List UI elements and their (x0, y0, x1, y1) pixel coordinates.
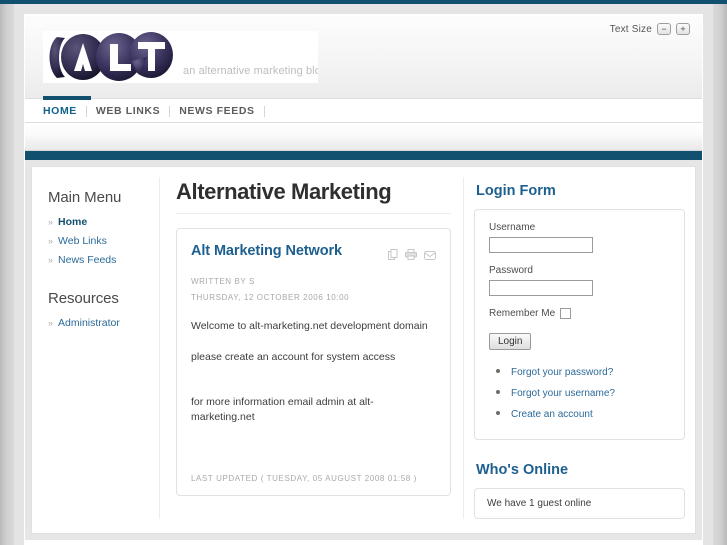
remember-me-label: Remember Me (489, 308, 556, 319)
left-sidebar: Main Menu » Home » Web Links » News Feed… (32, 177, 160, 519)
nav-item-news-feeds[interactable]: NEWS FEEDS (179, 105, 263, 117)
article-date: THURSDAY, 12 OCTOBER 2006 10:00 (191, 293, 350, 302)
right-sidebar: Login Form Username Password Remember Me… (463, 177, 695, 519)
site-logo[interactable]: an alternative marketing blog (43, 31, 318, 83)
main-menu-title: Main Menu (48, 189, 122, 206)
page-gutter-right (713, 4, 727, 545)
main-content: Alternative Marketing Alt Marketing Netw… (160, 177, 463, 519)
chevron-right-icon: » (48, 236, 54, 246)
article-last-updated: LAST UPDATED ( TUESDAY, 05 AUGUST 2008 0… (191, 473, 417, 483)
browser-viewport: Text Size − + an alternative marketing b… (0, 0, 727, 545)
chevron-right-icon: » (48, 217, 54, 227)
username-label: Username (489, 222, 536, 233)
main-menu-list: » Home » Web Links » News Feeds (48, 216, 159, 266)
nav-separator (263, 105, 265, 117)
text-size-control: Text Size − + (610, 23, 690, 35)
article-title[interactable]: Alt Marketing Network (191, 243, 342, 259)
remember-me-checkbox[interactable] (560, 308, 572, 319)
resources-title: Resources (48, 290, 119, 307)
password-input[interactable] (489, 280, 593, 296)
login-help-links: Forgot your password? Forgot your userna… (489, 362, 670, 422)
sidebar-item-administrator[interactable]: » Administrator (48, 317, 159, 329)
article-meta: WRITTEN BY S THURSDAY, 12 OCTOBER 2006 1… (191, 277, 436, 302)
sidebar-item-label[interactable]: Administrator (58, 317, 120, 329)
site-tagline: an alternative marketing blog (183, 65, 318, 77)
sidebar-item-label[interactable]: Home (58, 216, 87, 228)
nav-active-indicator (43, 96, 91, 100)
sidebar-item-label[interactable]: Web Links (58, 235, 107, 247)
sidebar-item-home[interactable]: » Home (48, 216, 159, 228)
site-shell: Text Size − + an alternative marketing b… (24, 14, 703, 545)
remember-me-row: Remember Me (489, 308, 670, 319)
nav-item-home[interactable]: HOME (43, 105, 86, 117)
forgot-username-link[interactable]: Forgot your username? (511, 388, 615, 399)
page-wrapper: Text Size − + an alternative marketing b… (14, 4, 713, 545)
page-gutter-left (0, 4, 14, 545)
article-paragraph: please create an account for system acce… (191, 351, 396, 364)
main-navigation: HOME WEB LINKS NEWS FEEDS (25, 96, 702, 123)
sidebar-item-label[interactable]: News Feeds (58, 254, 116, 266)
nav-separator (169, 105, 171, 117)
print-icon[interactable] (405, 247, 417, 265)
list-item[interactable]: Forgot your password? (511, 362, 670, 380)
article-paragraph: for more information email admin at alt-… (191, 396, 374, 423)
text-size-decrease-button[interactable]: − (657, 23, 671, 35)
article-body: Welcome to alt-marketing.net development… (191, 319, 436, 424)
header-gradient-band (25, 123, 702, 151)
text-size-increase-button[interactable]: + (676, 23, 690, 35)
resources-list: » Administrator (48, 317, 159, 329)
sidebar-item-web-links[interactable]: » Web Links (48, 235, 159, 247)
pdf-icon[interactable] (388, 247, 398, 265)
login-form: Username Password Remember Me Login • Fo… (474, 209, 685, 440)
whos-online-text: We have 1 guest online (487, 498, 592, 509)
sidebar-item-news-feeds[interactable]: » News Feeds (48, 254, 159, 266)
article-card: Alt Marketing Network WRITTEN BY S THURS… (176, 228, 451, 496)
login-button[interactable]: Login (489, 333, 532, 350)
alt-logo-icon (49, 32, 173, 81)
email-icon[interactable] (424, 247, 436, 265)
nav-item-web-links[interactable]: WEB LINKS (96, 105, 169, 117)
article-paragraph: Welcome to alt-marketing.net development… (191, 320, 428, 332)
content-outer: Main Menu » Home » Web Links » News Feed… (25, 160, 702, 540)
forgot-password-link[interactable]: Forgot your password? (511, 367, 613, 378)
password-label: Password (489, 265, 533, 276)
chevron-right-icon: » (48, 255, 54, 265)
list-item[interactable]: Forgot your username? (511, 383, 670, 401)
article-header: Alt Marketing Network (191, 243, 436, 265)
content-inner: Main Menu » Home » Web Links » News Feed… (31, 166, 696, 534)
text-size-label: Text Size (609, 23, 652, 35)
list-item[interactable]: Create an account (511, 404, 670, 422)
article-author: WRITTEN BY S (191, 277, 255, 286)
username-input[interactable] (489, 237, 593, 253)
whos-online-title: Who's Online (476, 462, 569, 478)
whos-online-box: We have 1 guest online (474, 488, 685, 519)
nav-separator (85, 105, 87, 117)
brand-blue-rule (25, 151, 702, 160)
login-form-title: Login Form (476, 183, 556, 199)
article-actions (388, 243, 436, 265)
site-header: Text Size − + an alternative marketing b… (25, 15, 702, 99)
chevron-right-icon: » (48, 318, 54, 328)
create-account-link[interactable]: Create an account (511, 409, 593, 420)
page-title-divider (176, 213, 451, 214)
page-title: Alternative Marketing (176, 179, 392, 204)
